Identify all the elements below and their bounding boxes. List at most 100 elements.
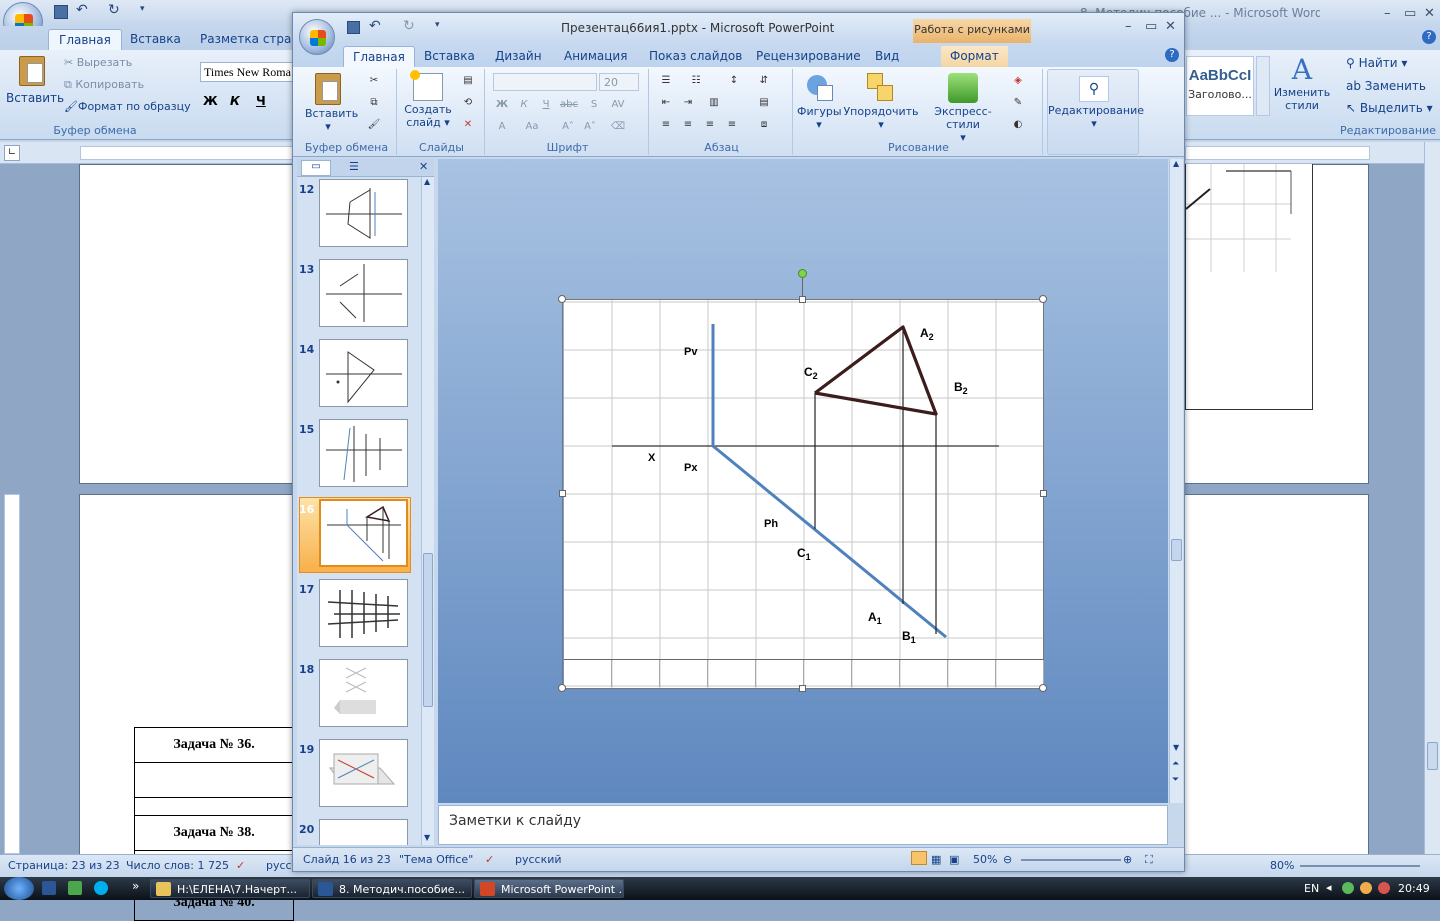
tab-home[interactable]: Главная <box>48 29 122 50</box>
resize-handle[interactable] <box>558 684 566 692</box>
slide-canvas[interactable]: Pv X Px Ph A2 B2 C2 A1 B1 C1 <box>564 299 1044 688</box>
tray-antivirus-icon[interactable] <box>1360 882 1372 894</box>
qat-customize-icon[interactable]: ▾ <box>140 4 145 14</box>
spellcheck-icon[interactable]: ✓ <box>236 859 245 872</box>
tab-format[interactable]: Формат <box>941 46 1008 67</box>
find-button[interactable]: ⚲ Найти ▾ <box>1346 56 1407 70</box>
start-button[interactable] <box>4 877 34 900</box>
taskbar-item-powerpoint[interactable]: Microsoft PowerPoint ... <box>474 879 624 898</box>
qat-save-icon[interactable] <box>54 5 68 19</box>
slides-tab-icon[interactable]: ▭ <box>301 160 331 176</box>
new-slide-button[interactable]: Создать слайд ▾ <box>403 70 453 129</box>
resize-handle[interactable] <box>1039 684 1047 692</box>
clear-format-icon[interactable]: ⌫ <box>609 119 627 135</box>
shrink-font-icon[interactable]: A˅ <box>581 119 599 135</box>
paste-button[interactable]: Вставить ▾ <box>305 73 358 133</box>
quicklaunch-app-icon[interactable] <box>68 881 82 895</box>
slide-thumbnail[interactable] <box>319 819 408 845</box>
smartart-icon[interactable]: ⧈ <box>755 117 773 133</box>
theme-indicator[interactable]: "Тема Office" <box>399 853 473 866</box>
qat-undo-icon[interactable]: ↶ <box>369 18 381 34</box>
underline-button[interactable]: Ч <box>256 94 266 108</box>
slides-pane-scrollbar[interactable]: ▲ ▼ <box>421 177 434 845</box>
scroll-up-icon[interactable]: ▲ <box>1173 159 1179 168</box>
tray-arrow-icon[interactable]: ◂ <box>1326 881 1332 894</box>
format-painter-button[interactable]: 🖌Формат по образцу <box>64 100 191 113</box>
restore-button[interactable]: ▭ <box>1145 19 1157 34</box>
align-text-icon[interactable]: ▤ <box>755 95 773 111</box>
minimize-button[interactable]: – <box>1384 6 1391 21</box>
cut-icon[interactable]: ✂ <box>365 73 383 89</box>
rotation-handle[interactable] <box>798 269 807 278</box>
taskbar-item-explorer[interactable]: H:\ЕЛЕНА\7.Начерт... <box>150 879 310 898</box>
zoom-out-icon[interactable]: ⊖ <box>1003 853 1012 866</box>
slide-vertical-scrollbar[interactable]: ▲ ▼ ⏶ ⏷ <box>1169 159 1183 803</box>
slideshow-view-icon[interactable]: ▣ <box>949 853 959 866</box>
minimize-button[interactable]: – <box>1125 19 1132 34</box>
qat-save-icon[interactable] <box>347 21 360 34</box>
qat-redo-icon[interactable]: ↻ <box>108 2 120 18</box>
tab-home[interactable]: Главная <box>343 46 415 67</box>
page-count[interactable]: Страница: 23 из 23 <box>8 859 120 872</box>
decrease-indent-icon[interactable]: ⇤ <box>657 95 675 111</box>
underline-icon[interactable]: Ч <box>537 97 555 113</box>
word-zoom-level[interactable]: 80% <box>1270 859 1294 872</box>
change-styles-button[interactable]: A Изменить стили <box>1272 54 1332 113</box>
zoom-slider[interactable] <box>1300 865 1420 867</box>
shadow-icon[interactable]: S <box>585 97 603 113</box>
slide-thumbnail[interactable] <box>319 339 408 407</box>
ppt-office-button[interactable] <box>299 19 335 55</box>
resize-handle[interactable] <box>799 685 806 692</box>
styles-scroll[interactable] <box>1256 56 1270 116</box>
format-painter-icon[interactable]: 🖌 <box>365 117 383 133</box>
font-name-select[interactable]: Times New Roma <box>200 62 300 82</box>
slide-thumbnail[interactable] <box>319 419 408 487</box>
language-bar[interactable]: EN <box>1304 882 1319 895</box>
slide-thumbnail[interactable] <box>319 259 408 327</box>
prev-slide-icon[interactable]: ⏶ <box>1172 759 1179 769</box>
fit-window-icon[interactable]: ⛶ <box>1145 853 1153 867</box>
slide-thumbnail[interactable] <box>319 739 408 807</box>
word-vertical-scrollbar[interactable] <box>1424 142 1440 854</box>
align-right-icon[interactable]: ≡ <box>701 117 719 133</box>
tab-insert[interactable]: Вставка <box>120 29 191 50</box>
horizontal-ruler[interactable] <box>80 146 300 160</box>
scroll-thumb[interactable] <box>423 553 433 707</box>
text-direction-icon[interactable]: ⇵ <box>755 73 773 89</box>
replace-button[interactable]: ab Заменить <box>1346 79 1426 93</box>
resize-handle[interactable] <box>559 490 566 497</box>
language-indicator[interactable]: русский <box>515 853 562 866</box>
editing-button[interactable]: ⚲ Редактирование ▾ <box>1048 76 1144 130</box>
normal-view-icon[interactable] <box>911 851 927 865</box>
ruler-right[interactable] <box>1185 146 1370 160</box>
columns-icon[interactable]: ▥ <box>705 95 723 111</box>
help-icon[interactable]: ? <box>1165 48 1179 62</box>
shapes-button[interactable]: Фигуры ▾ <box>797 73 842 131</box>
grow-font-icon[interactable]: A˄ <box>559 119 577 135</box>
tab-animation[interactable]: Анимация <box>555 46 636 67</box>
line-spacing-icon[interactable]: ↕ <box>725 73 743 89</box>
zoom-slider[interactable] <box>1021 859 1121 861</box>
qat-redo-icon[interactable]: ↻ <box>403 18 415 34</box>
tab-design[interactable]: Дизайн <box>486 46 551 67</box>
paste-button[interactable]: Вставить <box>6 56 64 116</box>
cut-button[interactable]: ✂ Вырезать <box>64 56 132 69</box>
quicklaunch-more-icon[interactable]: » <box>132 879 139 893</box>
scroll-down-icon[interactable]: ▼ <box>424 833 430 842</box>
char-spacing-icon[interactable]: AV <box>609 97 627 113</box>
font-size-select[interactable]: 20 <box>599 73 639 91</box>
outline-tab-icon[interactable]: ☰ <box>349 160 359 173</box>
scroll-thumb[interactable] <box>1427 742 1438 770</box>
increase-indent-icon[interactable]: ⇥ <box>679 95 697 111</box>
shape-effects-icon[interactable]: ◐ <box>1009 117 1027 133</box>
qat-customize-icon[interactable]: ▾ <box>435 20 440 30</box>
scroll-up-icon[interactable]: ▲ <box>424 177 430 186</box>
tab-insert[interactable]: Вставка <box>415 46 484 67</box>
clock[interactable]: 20:49 <box>1398 882 1430 895</box>
select-button[interactable]: ↖ Выделить ▾ <box>1346 101 1433 115</box>
close-button[interactable]: ✕ <box>1165 19 1176 34</box>
align-center-icon[interactable]: ≡ <box>679 117 697 133</box>
quicklaunch-skype-icon[interactable] <box>94 881 108 895</box>
tab-selector[interactable]: ∟ <box>4 145 20 161</box>
word-count[interactable]: Число слов: 1 725 <box>126 859 229 872</box>
